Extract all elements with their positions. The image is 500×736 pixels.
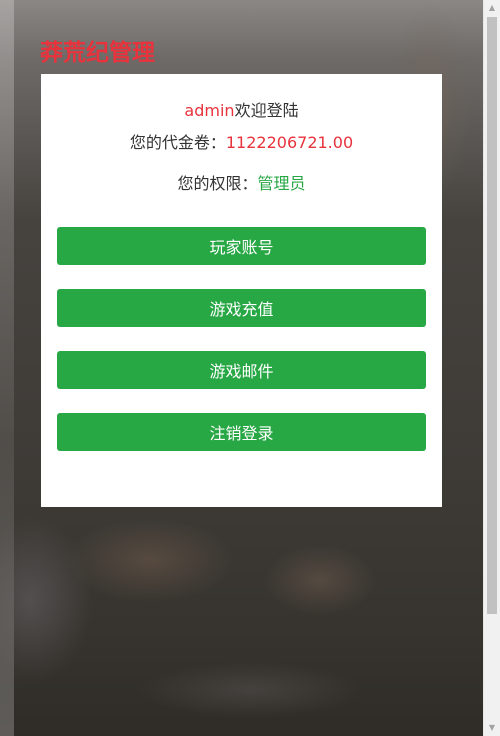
permission-value: 管理员 [257,174,306,193]
background-edge [0,0,14,736]
player-account-button[interactable]: 玩家账号 [57,227,426,265]
brand-title: 莽荒纪管理 [40,40,155,66]
scroll-down-arrow-icon[interactable]: ▼ [484,720,500,736]
voucher-label: 您的代金卷： [129,133,226,152]
voucher-balance: 您的代金卷：1122206721.00 [41,132,442,154]
admin-panel: admin欢迎登陆 您的代金卷：1122206721.00 您的权限：管理员 玩… [41,74,442,507]
app-viewport: 莽荒纪管理 admin欢迎登陆 您的代金卷：1122206721.00 您的权限… [0,0,500,736]
vertical-scrollbar[interactable]: ▲ ▼ [483,0,500,736]
welcome-message: admin欢迎登陆 [41,100,442,122]
permission-label: 您的权限： [177,174,258,193]
username: admin [184,101,235,120]
voucher-value: 1122206721.00 [225,133,354,152]
game-mail-button[interactable]: 游戏邮件 [57,351,426,389]
welcome-suffix: 欢迎登陆 [234,101,299,120]
scroll-thumb[interactable] [487,17,497,614]
logout-button[interactable]: 注销登录 [57,413,426,451]
game-recharge-button[interactable]: 游戏充值 [57,289,426,327]
permission-info: 您的权限：管理员 [41,173,442,195]
scroll-up-arrow-icon[interactable]: ▲ [484,0,500,16]
